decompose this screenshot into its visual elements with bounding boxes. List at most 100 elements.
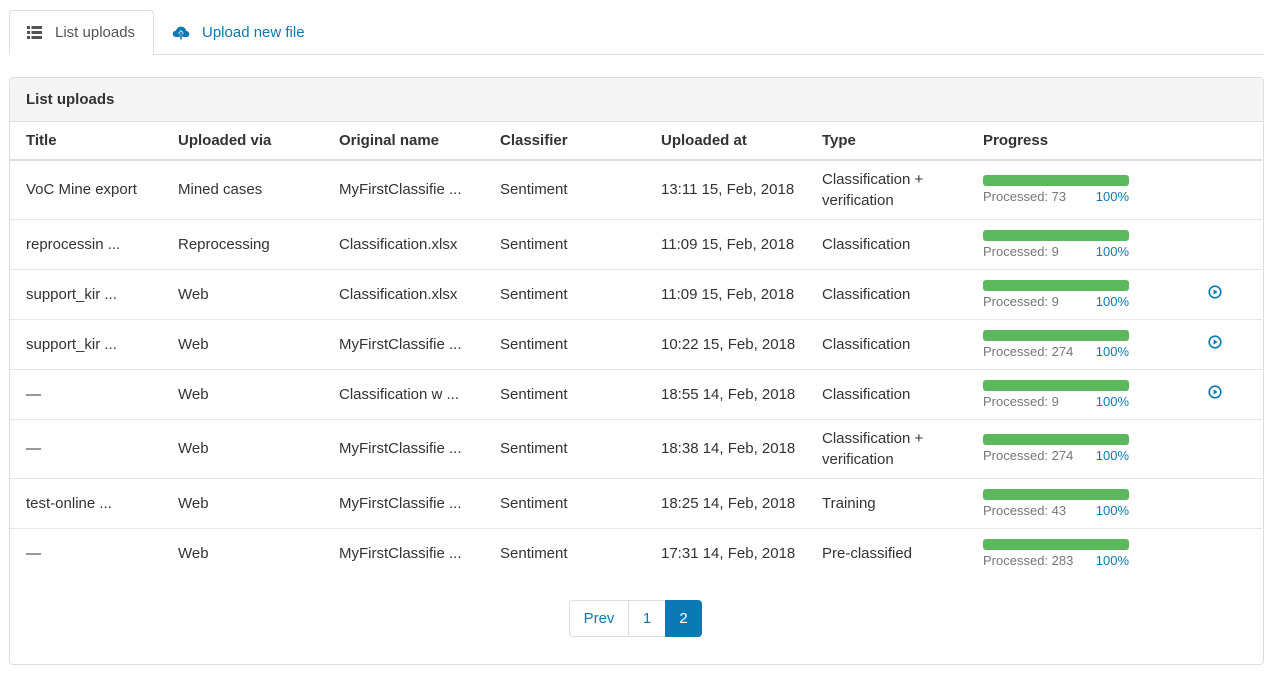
table-row: VoC Mine export Mined cases MyFirstClassif… (10, 160, 1262, 219)
uploads-table: Title Uploaded via Original name Classif… (10, 122, 1262, 578)
pagination-page-2[interactable]: 2 (665, 600, 702, 637)
cell-progress: Processed: 9 100% (967, 268, 1192, 319)
cell-original-name: MyFirstClassifie ... (339, 181, 462, 199)
progress-bar (983, 538, 1129, 550)
pagination-page-1[interactable]: 1 (628, 600, 666, 637)
play-circle-icon[interactable] (1208, 335, 1222, 349)
tab-list-uploads-label: List uploads (55, 24, 136, 41)
cell-type: Classification + verification (806, 418, 967, 478)
processed-count: Processed: 73 (983, 189, 1067, 205)
cell-uploaded-via: Web (162, 268, 323, 319)
progress-bar (983, 329, 1129, 341)
processed-count: Processed: 283 (983, 552, 1074, 568)
cell-classifier: Sentiment (484, 527, 645, 578)
cell-actions (1192, 477, 1262, 528)
cell-progress: Processed: 43 100% (967, 477, 1192, 528)
cell-original-name: MyFirstClassifie ... (323, 318, 484, 369)
cell-actions (1192, 527, 1262, 578)
cell-uploaded-via: Mined cases (178, 181, 263, 199)
tab-bar: List uploads Upload new file (9, 10, 1264, 55)
cell-classifier: Sentiment (484, 418, 645, 478)
processed-count: Processed: 274 (983, 448, 1074, 463)
progress-indicator: Processed: 43 100% (983, 488, 1129, 518)
tab-list-uploads[interactable]: List uploads (9, 10, 154, 55)
header-title: Title (10, 122, 162, 161)
cell-progress: Processed: 9 100% (967, 218, 1192, 269)
pagination-prev-button[interactable]: Prev (569, 600, 629, 637)
play-circle-icon[interactable] (1208, 285, 1222, 299)
tab-upload-new-file-label: Upload new file (202, 24, 305, 41)
cell-title: support_kir ... (10, 318, 162, 369)
cell-progress: Processed: 283 100% (967, 527, 1192, 578)
header-uploaded-via: Uploaded via (162, 122, 323, 161)
progress-percent: 100% (1095, 552, 1129, 568)
uploads-panel: List uploads Title Uploaded via Original… (9, 77, 1264, 665)
cell-classifier: Sentiment (484, 368, 645, 419)
cell-actions (1192, 268, 1262, 319)
cell-classifier: Sentiment (484, 218, 645, 269)
table-row: — Web MyFirstClassifie ... Sentiment 17:31 1… (10, 527, 1262, 578)
cell-uploaded-at: 18:38 14, Feb, 2018 (645, 418, 806, 478)
cell-type: Classification (806, 368, 967, 419)
cell-original-name: Classification.xlsx (323, 218, 484, 269)
cell-original-name: MyFirstClassifie ... (323, 418, 484, 478)
cell-type: Classification (806, 218, 967, 269)
cell-actions (1192, 368, 1262, 419)
cell-actions (1192, 318, 1262, 369)
cell-uploaded-via: Reprocessing (162, 218, 323, 269)
progress-indicator: Processed: 274 100% (983, 329, 1129, 359)
cell-type: Classification (806, 318, 967, 369)
table-row: support_kir ... Web MyFirstClassifie ... Se… (10, 318, 1262, 369)
cell-uploaded-via: Web (162, 477, 323, 528)
cell-uploaded-via: Web (162, 318, 323, 369)
pagination: Prev 1 2 (569, 600, 702, 637)
progress-bar (983, 279, 1129, 291)
cell-actions (1192, 160, 1262, 219)
cell-original-name: Classification.xlsx (323, 268, 484, 319)
play-circle-icon[interactable] (1208, 385, 1222, 399)
progress-indicator: Processed: 73 100% (983, 175, 1129, 204)
progress-percent: 100% (1095, 343, 1129, 359)
list-icon (26, 25, 42, 41)
progress-indicator: Processed: 283 100% (983, 538, 1129, 568)
cell-original-name: MyFirstClassifie ... (323, 527, 484, 578)
header-type: Type (806, 122, 967, 161)
cell-uploaded-at: 11:09 15, Feb, 2018 (645, 268, 806, 319)
cell-classifier: Sentiment (500, 181, 568, 199)
cell-uploaded-at: 13:11 15, Feb, 2018 (661, 181, 795, 199)
cell-title: — (10, 368, 162, 419)
cell-type: Training (806, 477, 967, 528)
cell-progress: Processed: 274 100% (967, 318, 1192, 369)
progress-bar (983, 488, 1129, 500)
processed-count: Processed: 9 (983, 293, 1059, 309)
tab-upload-new-file[interactable]: Upload new file (172, 10, 305, 55)
header-classifier: Classifier (484, 122, 645, 161)
cell-progress: Processed: 274 100% (967, 418, 1192, 478)
cell-uploaded-via: Web (162, 527, 323, 578)
cell-title: — (10, 527, 162, 578)
progress-indicator: Processed: 9 100% (983, 279, 1129, 309)
processed-count: Processed: 274 (983, 343, 1074, 359)
cell-uploaded-via: Web (162, 368, 323, 419)
cloud-upload-icon (172, 25, 190, 41)
cell-type: Classification (806, 268, 967, 319)
cell-title: VoC Mine export (26, 181, 137, 199)
header-uploaded-at: Uploaded at (645, 122, 806, 161)
progress-bar (983, 379, 1129, 391)
table-row: support_kir ... Web Classification.xlsx Sen… (10, 268, 1262, 319)
table-row: test-online ... Web MyFirstClassifie ... Se… (10, 477, 1262, 528)
cell-type: Pre-classified (806, 527, 967, 578)
progress-percent: 100% (1095, 243, 1129, 259)
header-progress: Progress (967, 122, 1192, 161)
cell-title: support_kir ... (10, 268, 162, 319)
progress-percent: 100% (1095, 189, 1129, 205)
cell-title: test-online ... (10, 477, 162, 528)
progress-indicator: Processed: 274 100% (983, 434, 1129, 463)
table-row: — Web Classification w ... Sentiment 18:55 1… (10, 368, 1262, 419)
table-row: — Web MyFirstClassifie ... Sentiment 18:38 1… (10, 418, 1262, 478)
cell-uploaded-via: Web (162, 418, 323, 478)
cell-type: Classification + verification (822, 170, 924, 209)
cell-classifier: Sentiment (484, 268, 645, 319)
cell-classifier: Sentiment (484, 318, 645, 369)
cell-uploaded-at: 18:25 14, Feb, 2018 (645, 477, 806, 528)
